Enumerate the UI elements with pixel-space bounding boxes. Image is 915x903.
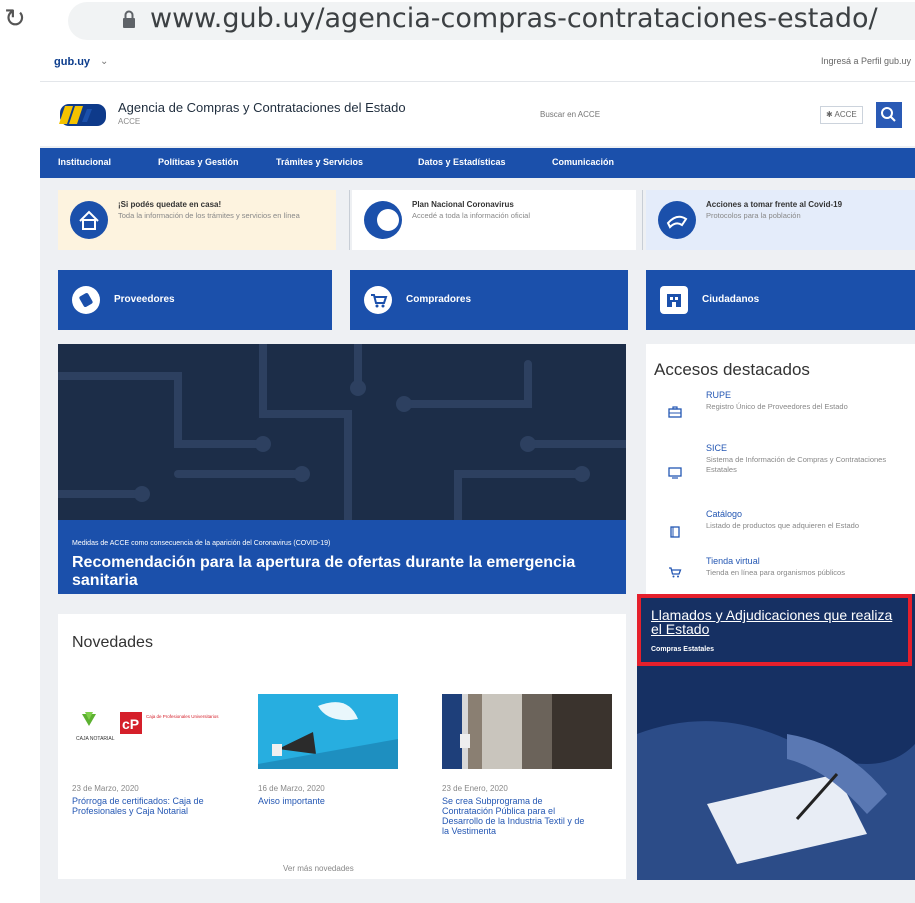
role-card-compradores[interactable]: Compradores — [350, 270, 628, 330]
caja-prof-text: Caja de Profesionales Universitarios — [146, 714, 219, 719]
divider — [349, 190, 350, 250]
acceso-desc: Sistema de Información de Compras y Cont… — [706, 455, 887, 474]
search-icon — [881, 107, 896, 122]
hand-icon — [658, 201, 696, 239]
site-header: Agencia de Compras y Contrataciones del … — [40, 82, 915, 146]
caja-logos-thumbnail: CAJA NOTARIAL cP Caja de Profesionales U… — [72, 694, 232, 769]
gub-home-link[interactable]: gub.uy — [54, 56, 90, 68]
accesos-destacados: Accesos destacados RUPE Registro Único d… — [646, 344, 915, 594]
acceso-title: RUPE — [706, 390, 732, 400]
zipper-thumbnail — [442, 694, 612, 769]
cart-icon — [364, 286, 392, 314]
novedad-title[interactable]: Se crea Subprograma de Contratación Públ… — [442, 796, 592, 836]
notice-title: Acciones a tomar frente al Covid-19 — [706, 200, 843, 209]
role-label: Proveedores — [114, 294, 175, 305]
reload-icon[interactable]: ↻ — [4, 4, 26, 34]
nav-item-tramites[interactable]: Trámites y Servicios — [276, 157, 363, 167]
notice-desc: Accedé a toda la información oficial — [412, 211, 530, 220]
browser-address-bar: ↻ www.gub.uy/agencia-compras-contratacio… — [0, 0, 915, 44]
perfil-link[interactable]: Ingresá a Perfil gub.uy — [821, 56, 911, 66]
acceso-title: Catálogo — [706, 509, 743, 519]
search-scope-chip[interactable]: ✱ ACCE — [820, 106, 863, 124]
search-button[interactable] — [876, 102, 902, 128]
acceso-desc: Tienda en línea para organismos públicos — [706, 568, 845, 577]
notice-title: ¡Si podés quedate en casa! — [118, 200, 222, 209]
novedad-title[interactable]: Prórroga de certificados: Caja de Profes… — [72, 796, 222, 816]
lock-icon — [123, 10, 135, 28]
book-icon — [670, 526, 680, 538]
hero-title[interactable]: Recomendación para la apertura de oferta… — [72, 554, 612, 590]
circuit-illustration — [58, 344, 626, 520]
acceso-desc: Registro Único de Proveedores del Estado — [706, 402, 848, 411]
house-icon — [70, 201, 108, 239]
acce-logo-icon[interactable] — [56, 102, 108, 126]
role-label: Ciudadanos — [702, 294, 760, 305]
building-icon — [660, 286, 688, 314]
nav-item-politicas[interactable]: Políticas y Gestión — [158, 157, 239, 167]
caja-notarial-logo-icon: CAJA NOTARIAL cP Caja de Profesionales U… — [76, 712, 219, 742]
monitor-icon — [668, 467, 682, 479]
novedades-section: Novedades CAJA NOTARIAL cP Caja de Profe… — [58, 614, 626, 879]
llamados-banner[interactable]: Llamados y Adjudicaciones que realiza el… — [637, 594, 915, 880]
novedades-heading: Novedades — [72, 634, 153, 651]
role-label: Compradores — [406, 294, 472, 305]
page-viewport: gub.uy ⌄ Ingresá a Perfil gub.uy Agencia… — [40, 44, 915, 903]
novedad-title[interactable]: Aviso importante — [258, 796, 408, 806]
megaphone-thumbnail — [258, 694, 398, 769]
zipper-icon — [442, 694, 612, 769]
ver-mas-novedades-link[interactable]: Ver más novedades — [283, 864, 354, 873]
notice-acciones-covid[interactable]: Acciones a tomar frente al Covid-19 Prot… — [646, 190, 915, 250]
notice-quedate-en-casa[interactable]: ¡Si podés quedate en casa! Toda la infor… — [58, 190, 336, 250]
novedad-date: 16 de Marzo, 2020 — [258, 784, 325, 793]
main-nav: Institucional Políticas y Gestión Trámit… — [40, 148, 915, 178]
gub-top-bar: gub.uy ⌄ Ingresá a Perfil gub.uy — [40, 44, 915, 82]
nav-item-institucional[interactable]: Institucional — [58, 157, 111, 167]
role-card-proveedores[interactable]: Proveedores — [58, 270, 332, 330]
chevron-down-icon[interactable]: ⌄ — [100, 56, 108, 67]
acceso-title: Tienda virtual — [706, 556, 760, 566]
nav-item-comunicacion[interactable]: Comunicación — [552, 157, 614, 167]
novedad-date: 23 de Marzo, 2020 — [72, 784, 139, 793]
acceso-title: SICE — [706, 443, 728, 453]
notice-desc: Protocolos para la población — [706, 211, 801, 220]
divider — [642, 190, 643, 250]
accesos-heading: Accesos destacados — [654, 360, 810, 379]
megaphone-icon — [258, 702, 398, 769]
nav-item-datos[interactable]: Datos y Estadísticas — [418, 157, 506, 167]
hero-banner[interactable]: Medidas de ACCE como consecuencia de la … — [58, 344, 626, 594]
novedad-date: 23 de Enero, 2020 — [442, 784, 508, 793]
url-text: www.gub.uy/agencia-compras-contratacione… — [150, 3, 878, 34]
acceso-desc: Listado de productos que adquieren el Es… — [706, 521, 860, 530]
llamados-subtitle: Compras Estatales — [651, 646, 715, 653]
crescent-icon — [364, 201, 402, 239]
tag-icon — [72, 286, 100, 314]
cp-logo-text: cP — [122, 716, 139, 732]
cart-icon — [669, 567, 682, 578]
hero-kicker: Medidas de ACCE como consecuencia de la … — [72, 540, 331, 547]
search-input[interactable] — [540, 110, 720, 119]
caja-notarial-text: CAJA NOTARIAL — [76, 736, 115, 742]
llamados-title[interactable]: Llamados y Adjudicaciones que realiza el… — [651, 608, 901, 636]
role-card-ciudadanos[interactable]: Ciudadanos — [646, 270, 915, 330]
agency-name[interactable]: Agencia de Compras y Contrataciones del … — [118, 100, 406, 115]
briefcase-icon — [668, 406, 682, 418]
agency-acronym: ACCE — [118, 117, 141, 126]
notice-desc: Toda la información de los trámites y se… — [118, 211, 300, 220]
notice-title: Plan Nacional Coronavirus — [412, 200, 514, 209]
notice-plan-coronavirus[interactable]: Plan Nacional Coronavirus Accedé a toda … — [352, 190, 636, 250]
